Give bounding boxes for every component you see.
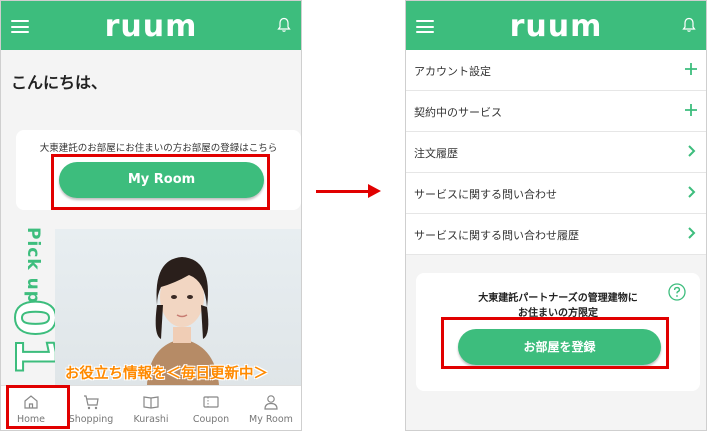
nav-kurashi[interactable]: Kurashi — [121, 386, 181, 430]
nav-coupon-label: Coupon — [192, 414, 230, 425]
coupon-icon — [203, 396, 219, 408]
ruum-logo: ruum — [104, 9, 198, 44]
greeting-text: こんにちは、 — [11, 73, 108, 92]
pickup-section: Pick up 01 お役立ち情報を＜毎日更新中＞ — [1, 219, 301, 387]
bell-icon[interactable] — [682, 17, 696, 33]
partner-text-line1: 大東建託パートナーズの管理建物に — [478, 293, 638, 304]
phone-screen-home: ruum こんにちは、 大東建託のお部屋にお住まいの方お部屋の登録はこちら My… — [0, 0, 302, 431]
registration-prompt: 大東建託のお部屋にお住まいの方お部屋の登録はこちら — [39, 143, 278, 154]
nav-my-room[interactable]: My Room — [241, 386, 301, 430]
person-icon — [264, 395, 278, 410]
pickup-number: 01 — [2, 298, 67, 375]
highlight-register-room — [441, 317, 669, 369]
nav-kurashi-label: Kurashi — [133, 414, 169, 425]
settings-menu: アカウント設定 契約中のサービス 注文履歴 サービスに関する問い合わせ サービス… — [406, 50, 706, 255]
chevron-right-icon — [688, 186, 696, 198]
book-icon — [143, 396, 159, 409]
bell-icon[interactable] — [277, 17, 291, 33]
highlight-home — [6, 385, 70, 429]
ruum-logo: ruum — [509, 9, 603, 44]
cart-icon — [84, 395, 99, 410]
menu-item-label: 契約中のサービス — [414, 106, 502, 119]
highlight-my-room — [51, 154, 270, 210]
banner-caption: お役立ち情報を＜毎日更新中＞ — [65, 366, 268, 382]
nav-coupon[interactable]: Coupon — [181, 386, 241, 430]
menu-item-inquiry-history[interactable]: サービスに関する問い合わせ履歴 — [406, 214, 706, 255]
chevron-right-icon — [688, 145, 696, 157]
nav-my-room-label: My Room — [249, 414, 293, 425]
app-header: ruum — [1, 1, 301, 50]
nav-shopping[interactable]: Shopping — [61, 386, 121, 430]
transition-arrow-head — [368, 184, 381, 198]
pickup-banner[interactable]: お役立ち情報を＜毎日更新中＞ — [55, 229, 301, 387]
plus-icon — [685, 104, 697, 116]
transition-arrow — [316, 190, 370, 193]
menu-item-order-history[interactable]: 注文履歴 — [406, 132, 706, 173]
app-header: ruum — [406, 1, 706, 50]
menu-item-label: 注文履歴 — [414, 147, 458, 160]
menu-item-service-inquiry[interactable]: サービスに関する問い合わせ — [406, 173, 706, 214]
menu-item-label: サービスに関する問い合わせ履歴 — [414, 229, 579, 242]
menu-item-label: アカウント設定 — [414, 65, 491, 78]
menu-item-contracted-services[interactable]: 契約中のサービス — [406, 91, 706, 132]
plus-icon — [685, 63, 697, 75]
nav-shopping-label: Shopping — [68, 414, 114, 425]
chevron-right-icon — [688, 227, 696, 239]
pickup-label: Pick up — [23, 227, 43, 304]
menu-item-account-settings[interactable]: アカウント設定 — [406, 50, 706, 91]
menu-item-label: サービスに関する問い合わせ — [414, 188, 557, 201]
